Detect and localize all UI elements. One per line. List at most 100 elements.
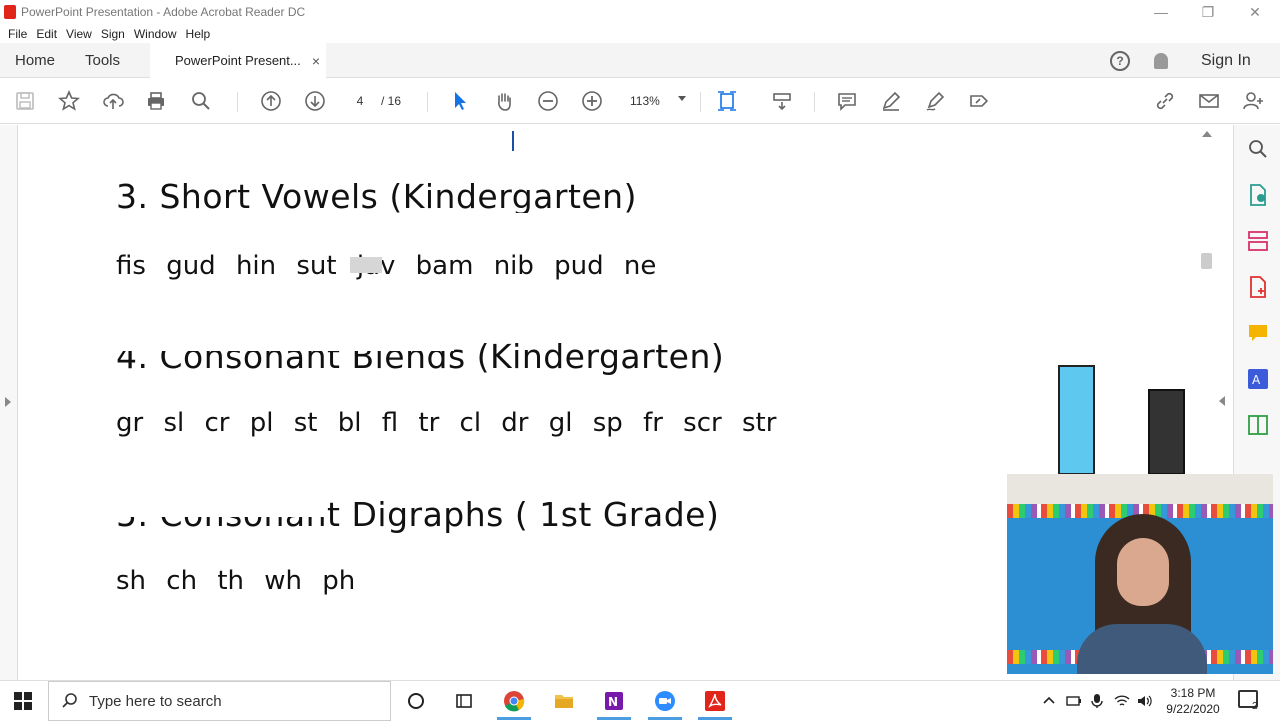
page-number-input[interactable]: 4 (345, 91, 375, 111)
heading-short-vowels: 3. Short Vowels (Kindergarten) (116, 177, 637, 216)
zoom-in-icon[interactable] (580, 89, 604, 113)
windows-start-icon[interactable] (14, 692, 32, 710)
minimize-button[interactable]: — (1138, 0, 1184, 24)
scroll-thumb[interactable] (1201, 253, 1212, 269)
add-user-icon[interactable] (1241, 89, 1265, 113)
partial-mask (114, 491, 324, 517)
menu-bar: File Edit View Sign Window Help (0, 24, 1280, 43)
restore-button[interactable]: ❐ (1185, 0, 1231, 24)
webcam-video-overlay (1007, 474, 1273, 674)
close-window-button[interactable]: ✕ (1232, 0, 1278, 24)
partial-mask (114, 125, 754, 143)
notifications-button[interactable] (1154, 43, 1168, 78)
expand-pane-icon[interactable] (5, 397, 11, 407)
highlight-pen-icon[interactable] (879, 89, 903, 113)
tab-document-label: PowerPoint Present... (175, 53, 301, 68)
show-hidden-icons-chevron[interactable] (1042, 681, 1056, 721)
microphone-icon[interactable] (1091, 681, 1103, 721)
chevron-down-icon[interactable] (678, 96, 686, 101)
compare-files-icon[interactable] (1246, 413, 1270, 437)
page-total-label: / 16 (381, 94, 402, 108)
blends-row: gr sl cr pl st bl fl tr cl dr gl sp fr s… (116, 408, 777, 438)
create-pdf-icon[interactable] (1246, 275, 1270, 299)
svg-text:N: N (608, 695, 618, 709)
help-icon: ? (1110, 50, 1130, 71)
tab-home[interactable]: Home (15, 43, 55, 78)
zoom-out-icon[interactable] (536, 89, 560, 113)
file-explorer-icon[interactable] (553, 690, 575, 712)
volume-icon[interactable] (1137, 681, 1153, 721)
tab-tools[interactable]: Tools (85, 43, 120, 78)
link-icon[interactable] (1153, 89, 1177, 113)
toolbar-separator (700, 92, 701, 112)
help-button[interactable]: ? (1110, 43, 1130, 78)
collapse-right-pane-icon[interactable] (1219, 396, 1225, 406)
scrolling-mode-icon[interactable] (770, 89, 794, 113)
clock-time: 3:18 PM (1170, 686, 1216, 700)
taskbar-search-input[interactable]: Type here to search (48, 681, 391, 721)
onenote-icon[interactable]: N (603, 690, 625, 712)
zoom-app-icon[interactable] (654, 690, 676, 712)
zoom-level-select[interactable]: 113% (630, 91, 660, 111)
notification-count-badge: 2 (1252, 701, 1258, 712)
search-icon (62, 693, 77, 708)
main-toolbar: 4 / 16 113% (0, 79, 1280, 124)
windows-taskbar: Type here to search N 3:18 PM 9/22/2020 (0, 680, 1280, 721)
menu-edit[interactable]: Edit (36, 27, 57, 41)
left-navigation-pane (0, 125, 18, 680)
tab-document[interactable]: PowerPoint Present... × (150, 43, 326, 78)
upload-cloud-icon[interactable] (101, 89, 125, 113)
menu-window[interactable]: Window (134, 27, 177, 41)
hand-tool-icon[interactable] (492, 89, 516, 113)
chrome-icon[interactable] (503, 690, 525, 712)
fit-page-icon[interactable] (715, 89, 739, 113)
acrobat-app-icon (4, 5, 16, 19)
pencil-clipart-blue (1058, 365, 1095, 475)
menu-sign[interactable]: Sign (101, 27, 125, 41)
partial-mask (114, 337, 454, 351)
save-icon[interactable] (13, 89, 37, 113)
battery-icon[interactable] (1066, 681, 1082, 721)
system-clock[interactable]: 3:18 PM 9/22/2020 (1160, 685, 1226, 717)
text-cursor (512, 131, 514, 151)
toolbar-separator (814, 92, 815, 112)
cortana-icon[interactable] (405, 690, 427, 712)
menu-help[interactable]: Help (186, 27, 211, 41)
menu-view[interactable]: View (66, 27, 92, 41)
comment-tool-icon[interactable] (1246, 321, 1270, 345)
bookmark-star-icon[interactable] (57, 89, 81, 113)
sign-in-link[interactable]: Sign In (1201, 43, 1251, 78)
presenter-body (1077, 624, 1207, 674)
export-pdf-icon[interactable] (1246, 183, 1270, 207)
zoom-search-icon[interactable] (1246, 137, 1270, 161)
selection-highlight (350, 257, 382, 273)
partial-mask (114, 213, 634, 223)
pencil-clipart-dark (1148, 389, 1185, 475)
email-icon[interactable] (1197, 89, 1221, 113)
comment-icon[interactable] (835, 89, 859, 113)
sign-pen-icon[interactable] (923, 89, 947, 113)
translate-icon[interactable]: A (1246, 367, 1270, 391)
short-vowels-row: fis gud hin sut jav bam nib pud ne (116, 251, 657, 281)
close-tab-icon[interactable]: × (312, 53, 320, 69)
title-bar: PowerPoint Presentation - Adobe Acrobat … (0, 0, 1280, 24)
menu-file[interactable]: File (8, 27, 27, 41)
bell-icon (1154, 52, 1168, 69)
search-placeholder: Type here to search (89, 692, 222, 710)
organize-pages-icon[interactable] (1246, 229, 1270, 253)
presenter-face (1117, 538, 1169, 606)
clock-date: 9/22/2020 (1166, 702, 1220, 716)
acrobat-reader-icon[interactable] (704, 690, 726, 712)
search-icon[interactable] (189, 89, 213, 113)
svg-text:A: A (1252, 373, 1261, 387)
tab-bar: Home Tools PowerPoint Present... × ? Sig… (0, 43, 1280, 78)
next-page-icon[interactable] (303, 89, 327, 113)
fill-sign-icon[interactable] (967, 89, 991, 113)
print-icon[interactable] (144, 89, 168, 113)
select-cursor-icon[interactable] (448, 89, 472, 113)
task-view-icon[interactable] (453, 690, 475, 712)
previous-page-icon[interactable] (259, 89, 283, 113)
wifi-icon[interactable] (1114, 681, 1130, 721)
scroll-up-icon[interactable] (1202, 131, 1212, 137)
window-title: PowerPoint Presentation - Adobe Acrobat … (21, 5, 306, 19)
